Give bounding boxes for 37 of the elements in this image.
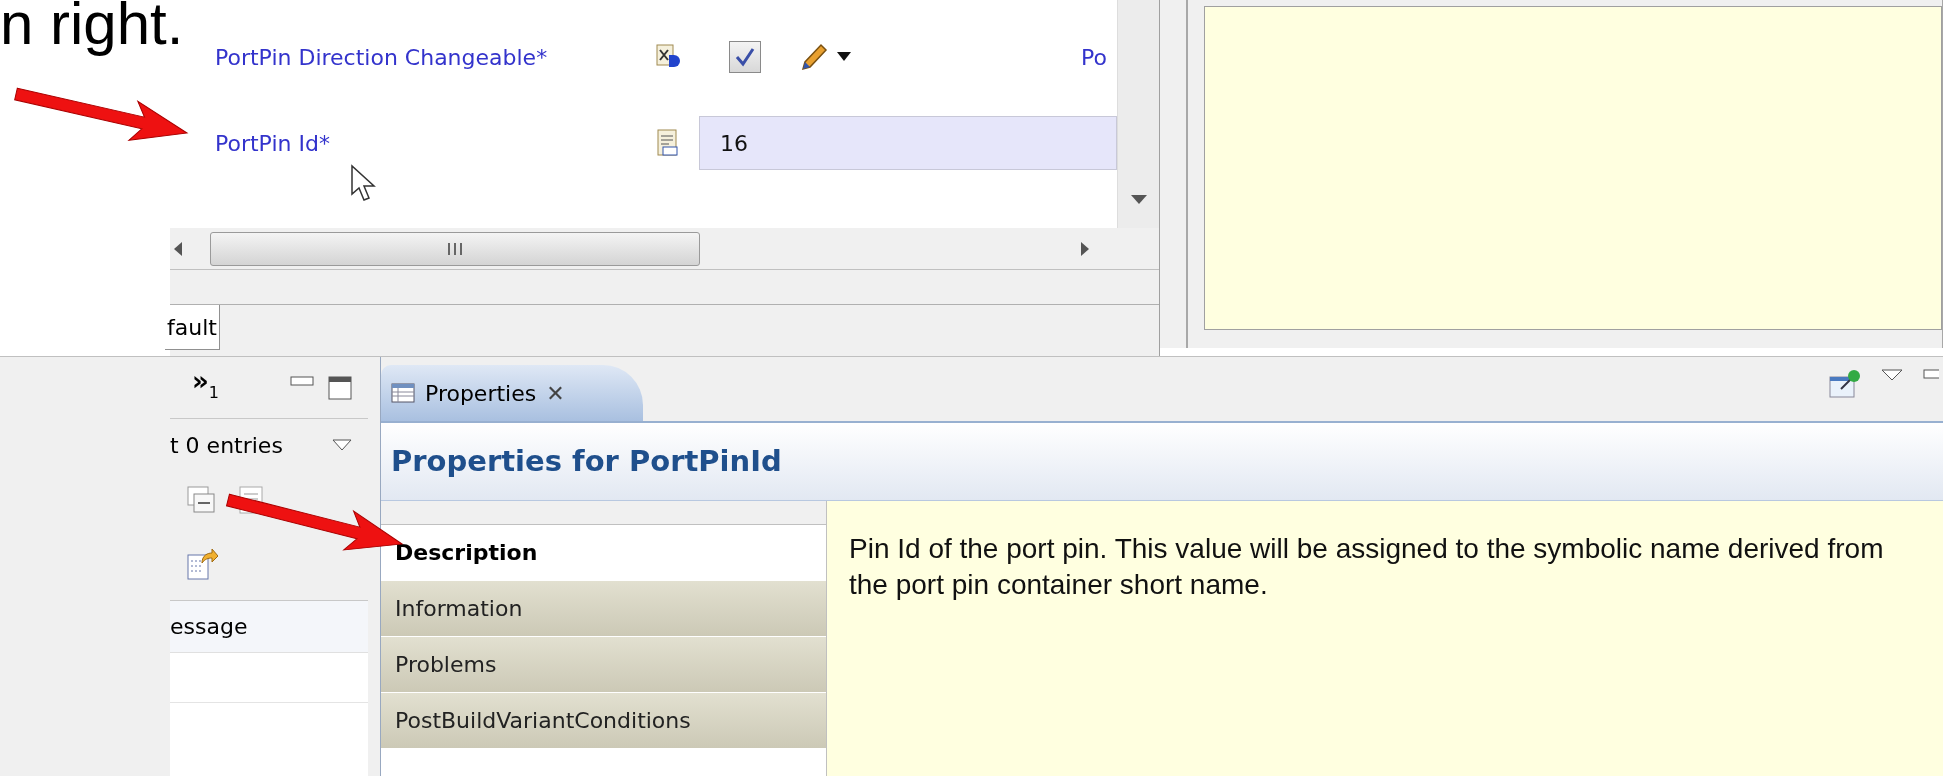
maximize-icon[interactable]: [328, 375, 352, 400]
export-icon[interactable]: [186, 548, 218, 581]
field-label: PortPin Id*: [215, 129, 331, 158]
entries-summary: t 0 entries: [170, 431, 283, 460]
caret-icon[interactable]: [837, 52, 851, 62]
close-icon[interactable]: ✕: [546, 376, 565, 410]
mouse-pointer-icon: [350, 164, 378, 202]
minimize-icon[interactable]: [290, 375, 314, 386]
properties-tab[interactable]: Properties ✕: [381, 365, 643, 421]
editor-tab[interactable]: fault: [165, 305, 220, 350]
view-menu-icon[interactable]: [1881, 369, 1903, 381]
slide-text: n right.: [0, 0, 184, 59]
right-arrow-icon[interactable]: [1081, 241, 1089, 256]
collapse-all-icon[interactable]: [186, 485, 216, 515]
overflow-count: 1: [208, 381, 219, 404]
table-icon: [391, 383, 415, 403]
document-icon: [655, 128, 681, 158]
properties-header: Properties for PortPinId: [381, 423, 1943, 501]
input-field[interactable]: 16: [699, 116, 1117, 170]
section-tab[interactable]: Information: [381, 581, 826, 637]
section-tab[interactable]: Problems: [381, 637, 826, 693]
check-icon: [734, 46, 756, 68]
scroll-thumb[interactable]: [210, 231, 700, 266]
grip-icon: [447, 242, 463, 255]
minimize-icon[interactable]: [1923, 369, 1939, 379]
field-label: PortPin Direction Changeable*: [215, 43, 549, 72]
down-arrow-icon[interactable]: [1130, 195, 1147, 204]
description-text: Pin Id of the port pin. This value will be assigned to the symbolic name derived from the port pin container short name.: [849, 532, 1885, 602]
column-label: Po: [1081, 43, 1107, 72]
dropdown-triangle-icon[interactable]: [332, 439, 352, 451]
section-tab[interactable]: PostBuildVariantConditions: [381, 693, 826, 749]
checkbox[interactable]: [729, 41, 761, 73]
left-arrow-icon[interactable]: [174, 241, 182, 256]
vertical-scrollbar[interactable]: [1117, 0, 1159, 228]
pin-icon[interactable]: [1829, 369, 1861, 399]
pencil-icon[interactable]: [799, 42, 829, 72]
overflow-tabs-chevron[interactable]: »: [192, 367, 209, 394]
